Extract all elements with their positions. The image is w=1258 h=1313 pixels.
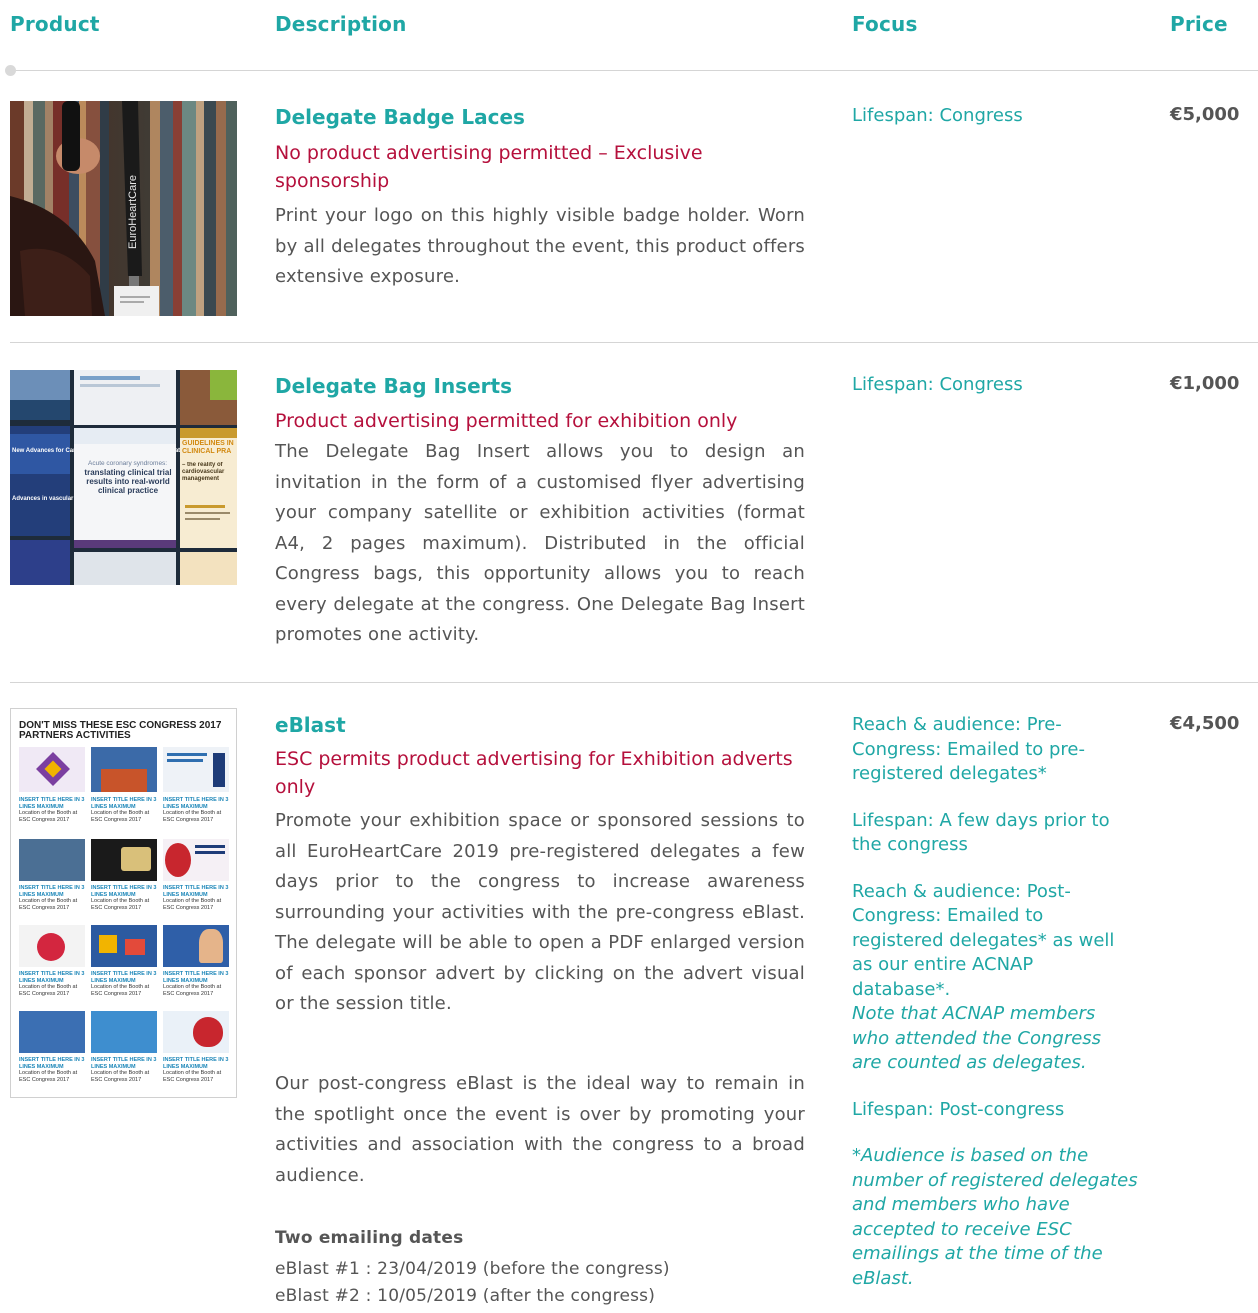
- flyer-text-reality: – the reality of cardiovascular manageme…: [182, 462, 225, 482]
- badge-laces-photo: EuroHeartCare: [10, 101, 237, 316]
- column-header-price: Price: [1170, 12, 1228, 36]
- eblast-thumb-headline: DON'T MISS THESE ESC CONGRESS 2017 PARTN…: [19, 720, 222, 741]
- eblast-cell-caption: INSERT TITLE HERE IN 3 LINES MAXIMUM Loca…: [19, 1057, 85, 1083]
- eblast-date-1: eBlast #1 : 23/04/2019 (before the congr…: [275, 1259, 670, 1279]
- eblast-ad-visual: [91, 839, 157, 881]
- eblast-focus-audience-note: *Audience is based on the number of regi…: [852, 1145, 1138, 1289]
- eblast-ad-visual: [19, 839, 85, 881]
- eblast-price: €4,500: [1170, 713, 1240, 734]
- eblast-focus: Reach & audience: Pre-Congress: Emailed …: [852, 713, 1142, 1313]
- eblast-cell-caption: INSERT TITLE HERE IN 3 LINES MAXIMUM Loca…: [19, 971, 85, 997]
- eblast-cell-caption: INSERT TITLE HERE IN 3 LINES MAXIMUM Loca…: [91, 885, 157, 911]
- eblast-focus-post-reach: Reach & audience: Post-Congress: Emailed…: [852, 880, 1115, 1000]
- eblast-cell-caption: INSERT TITLE HERE IN 3 LINES MAXIMUM Loca…: [91, 971, 157, 997]
- row-divider: [10, 682, 1258, 683]
- eblast-subtitle: ESC permits product advertising for Exhi…: [275, 748, 793, 798]
- eblast-cell-caption: INSERT TITLE HERE IN 3 LINES MAXIMUM Loca…: [91, 1057, 157, 1083]
- flyer-text-acute: Acute coronary syndromes:: [88, 460, 167, 467]
- eblast-dates-heading: Two emailing dates: [275, 1228, 464, 1248]
- badge-laces-price: €5,000: [1170, 104, 1240, 125]
- bag-inserts-focus: Lifespan: Congress: [852, 374, 1023, 395]
- eblast-focus-pre-reach: Reach & audience: Pre-Congress: Emailed …: [852, 714, 1085, 784]
- bag-inserts-price: €1,000: [1170, 373, 1240, 394]
- badge-laces-focus: Lifespan: Congress: [852, 105, 1023, 126]
- eblast-ad-visual: [91, 925, 157, 967]
- bag-inserts-image: New Advances for Cardioversion Recent On…: [10, 370, 237, 585]
- column-header-focus: Focus: [852, 12, 918, 36]
- eblast-cell-caption: INSERT TITLE HERE IN 3 LINES MAXIMUM Loca…: [91, 797, 157, 823]
- eblast-ad-visual: [19, 747, 85, 792]
- bag-inserts-title: Delegate Bag Inserts: [275, 374, 512, 398]
- eblast-cell-caption: INSERT TITLE HERE IN 3 LINES MAXIMUM Loca…: [163, 797, 229, 823]
- eblast-focus-post-lifespan: Lifespan: Post-congress: [852, 1098, 1065, 1120]
- eblast-ad-visual: [163, 747, 229, 792]
- eblast-cell-caption: INSERT TITLE HERE IN 3 LINES MAXIMUM Loca…: [163, 971, 229, 997]
- eblast-ad-visual: [91, 1011, 157, 1053]
- badge-laces-title: Delegate Badge Laces: [275, 105, 525, 129]
- bag-inserts-photo: New Advances for Cardioversion Recent On…: [10, 370, 237, 585]
- eblast-cell-caption: INSERT TITLE HERE IN 3 LINES MAXIMUM Loca…: [163, 1057, 229, 1083]
- badge-laces-subtitle: No product advertising permitted – Exclu…: [275, 142, 703, 192]
- eblast-ad-visual: [19, 925, 85, 967]
- eblast-ad-visual: [163, 1011, 229, 1053]
- eblast-cell-caption: INSERT TITLE HERE IN 3 LINES MAXIMUM Loca…: [163, 885, 229, 911]
- bag-inserts-description: The Delegate Bag Insert allows you to de…: [275, 441, 805, 645]
- row-divider: [10, 342, 1258, 343]
- flyer-text-guidelines: GUIDELINES IN CLINICAL PRA: [182, 440, 234, 455]
- eblast-ad-visual: [91, 747, 157, 792]
- header-divider-dot: [5, 65, 16, 76]
- badge-laces-description: Print your logo on this highly visible b…: [275, 205, 805, 287]
- column-header-product: Product: [10, 12, 100, 36]
- lanyard-text: EuroHeartCare: [127, 175, 139, 249]
- eblast-description-p1: Promote your exhibition space or sponsor…: [275, 810, 805, 1014]
- eblast-cell-caption: INSERT TITLE HERE IN 3 LINES MAXIMUM Loca…: [19, 797, 85, 823]
- eblast-focus-post-note: Note that ACNAP members who attended the…: [852, 1003, 1102, 1073]
- eblast-cell-caption: INSERT TITLE HERE IN 3 LINES MAXIMUM Loca…: [19, 885, 85, 911]
- eblast-ad-visual: [163, 839, 229, 881]
- eblast-description-p2: Our post-congress eBlast is the ideal wa…: [275, 1073, 805, 1186]
- flyer-text-translating: translating clinical trial results into …: [84, 468, 172, 495]
- eblast-ad-visual: [19, 1011, 85, 1053]
- eblast-date-2: eBlast #2 : 10/05/2019 (after the congre…: [275, 1286, 656, 1306]
- badge-laces-image: EuroHeartCare: [10, 101, 237, 316]
- eblast-ad-visual: [163, 925, 229, 967]
- eblast-title: eBlast: [275, 713, 346, 737]
- column-header-description: Description: [275, 12, 407, 36]
- eblast-focus-pre-lifespan: Lifespan: A few days prior to the congre…: [852, 809, 1110, 856]
- eblast-image: DON'T MISS THESE ESC CONGRESS 2017 PARTN…: [10, 708, 237, 1098]
- header-divider: [10, 70, 1258, 71]
- bag-inserts-subtitle: Product advertising permitted for exhibi…: [275, 410, 738, 432]
